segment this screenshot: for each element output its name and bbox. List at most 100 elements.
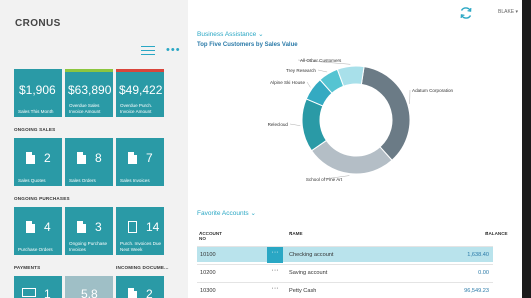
account-no: 10100	[200, 252, 216, 258]
top-customers-donut-chart[interactable]: Adatum Corporation School of Fine Art Rele…	[188, 50, 522, 200]
account-balance[interactable]: 0.00	[478, 270, 489, 276]
section-ongoing-purchases: ONGOING PURCHASES	[14, 196, 70, 201]
hamburger-icon[interactable]	[141, 46, 155, 56]
column-label: BALANCE	[485, 231, 508, 236]
tile-label: Sales Invoices	[120, 177, 150, 183]
tile-label: Sales Orders	[69, 177, 96, 183]
column-header-balance[interactable]: BALANCE ⌄	[485, 229, 507, 236]
tile-payments[interactable]: 1	[14, 276, 62, 298]
chart-title: Top Five Customers by Sales Value	[197, 42, 298, 48]
ellipsis-icon[interactable]: •••	[166, 44, 181, 56]
column-label: ACCOUNT NO	[199, 231, 222, 241]
account-name: Saving account	[289, 270, 328, 276]
account-balance[interactable]: 96,549.23	[464, 288, 489, 294]
column-header-account-no[interactable]: ACCOUNT NO ⌄	[199, 229, 222, 241]
tile-payments-2[interactable]: 5.8	[65, 276, 113, 298]
document-icon	[77, 152, 86, 164]
business-assistance-menu[interactable]: Business Assistance ⌄	[197, 30, 264, 38]
kpi-tile-overdue-sales[interactable]: $63,890 Overdue Sales Invoice Amount	[65, 69, 113, 117]
chevron-down-icon: ⌄	[250, 210, 256, 217]
tile-count: 3	[95, 220, 102, 234]
donut-slice[interactable]	[360, 66, 411, 161]
document-icon	[128, 221, 137, 233]
tile-label: Sales Quotes	[18, 177, 46, 183]
table-row[interactable]: 10300 ··· Petty Cash 96,549.23	[197, 282, 493, 298]
tile-count: 7	[146, 151, 153, 165]
column-label: NAME	[289, 231, 303, 236]
refresh-icon[interactable]	[459, 6, 473, 20]
kpi-label: Overdue Sales Invoice Amount	[69, 103, 101, 114]
slice-label: Adatum Corporation	[412, 88, 454, 93]
tile-count: 2	[44, 151, 51, 165]
kpi-tile-sales-this-month[interactable]: $1,906 Sales This Month	[14, 69, 62, 117]
tile-purchase-orders[interactable]: 4 Purchase Orders	[14, 207, 62, 255]
tile-incoming-documents[interactable]: 2	[116, 276, 164, 298]
donut-slice[interactable]	[310, 139, 393, 175]
tile-count: 2	[146, 287, 153, 298]
menu-label: Business Assistance	[197, 31, 257, 38]
slice-leader-line	[306, 81, 311, 88]
section-incoming-documents: INCOMING DOCUME...	[116, 265, 169, 270]
tile-count: 4	[44, 220, 51, 234]
kpi-value: $1,906	[19, 83, 56, 97]
tile-ongoing-purchase-invoices[interactable]: 3 Ongoing Purchase Invoices	[65, 207, 113, 255]
chevron-down-icon: ▾	[515, 9, 519, 15]
role-center-content: BLAKE ▾ Business Assistance ⌄ Top Five C…	[188, 0, 522, 298]
app-frame: CRONUS ••• $1,906 Sales This Month $63,8…	[0, 0, 531, 298]
column-header-name[interactable]: NAME ⌄	[289, 229, 303, 236]
menu-label: Favorite Accounts	[197, 210, 249, 217]
slice-label: Trey Research	[286, 68, 316, 73]
cash-icon	[22, 288, 36, 297]
section-payments: PAYMENTS	[14, 265, 41, 270]
row-actions-button[interactable]: ···	[267, 283, 283, 298]
navigation-pane: CRONUS ••• $1,906 Sales This Month $63,8…	[0, 0, 188, 298]
slice-label: Relecloud	[268, 122, 289, 127]
tile-sales-invoices[interactable]: 7 Sales Invoices	[116, 138, 164, 186]
slice-label: Alpine Ski House	[270, 80, 305, 85]
kpi-value: $49,422	[119, 83, 163, 97]
user-name: BLAKE	[498, 9, 515, 15]
donut-slice[interactable]	[301, 98, 328, 152]
tile-count: 8	[95, 151, 102, 165]
table-row[interactable]: 10100 ··· Checking account 1,638.40	[197, 246, 493, 263]
row-actions-button[interactable]: ···	[267, 265, 283, 281]
status-strip	[65, 69, 113, 72]
user-menu[interactable]: BLAKE ▾	[498, 9, 518, 15]
document-icon	[128, 152, 137, 164]
window-edge	[522, 0, 531, 298]
tile-sales-orders[interactable]: 8 Sales Orders	[65, 138, 113, 186]
slice-label: School of Fine Art	[306, 177, 343, 182]
tile-sales-quotes[interactable]: 2 Sales Quotes	[14, 138, 62, 186]
account-no: 10300	[200, 288, 216, 294]
tile-count: 1	[44, 287, 51, 298]
account-name: Checking account	[289, 252, 334, 258]
tile-count: 14	[146, 220, 160, 234]
document-icon	[128, 288, 137, 298]
document-icon	[26, 221, 35, 233]
tile-label: Ongoing Purchase Invoices	[69, 241, 108, 252]
slice-label: All Other Customers	[300, 58, 342, 63]
account-balance[interactable]: 1,638.40	[467, 252, 489, 258]
tile-label: Purch. Invoices Due Next Week	[120, 241, 162, 252]
section-ongoing-sales: ONGOING SALES	[14, 127, 56, 132]
document-icon	[77, 221, 86, 233]
chevron-down-icon: ⌄	[258, 31, 264, 38]
tile-purch-invoices-due[interactable]: 14 Purch. Invoices Due Next Week	[116, 207, 164, 255]
favorite-accounts-menu[interactable]: Favorite Accounts ⌄	[197, 209, 256, 217]
slice-leader-line	[289, 123, 301, 126]
status-strip	[116, 69, 164, 72]
tile-label: Purchase Orders	[18, 246, 53, 252]
kpi-value: $63,890	[68, 83, 112, 97]
account-no: 10200	[200, 270, 216, 276]
slice-leader-line	[317, 69, 328, 73]
kpi-label: Overdue Purch. Invoice Amount	[120, 103, 153, 114]
account-name: Petty Cash	[289, 288, 317, 294]
table-row[interactable]: 10200 ··· Saving account 0.00	[197, 264, 493, 280]
accounts-table-header: ACCOUNT NO ⌄ NAME ⌄ BALANCE ⌄	[197, 227, 508, 241]
tile-count: 5.8	[81, 287, 98, 298]
kpi-tile-overdue-purch[interactable]: $49,422 Overdue Purch. Invoice Amount	[116, 69, 164, 117]
company-name: CRONUS	[15, 18, 61, 29]
document-icon	[26, 152, 35, 164]
kpi-label: Sales This Month	[18, 108, 54, 114]
row-actions-button[interactable]: ···	[267, 247, 283, 263]
